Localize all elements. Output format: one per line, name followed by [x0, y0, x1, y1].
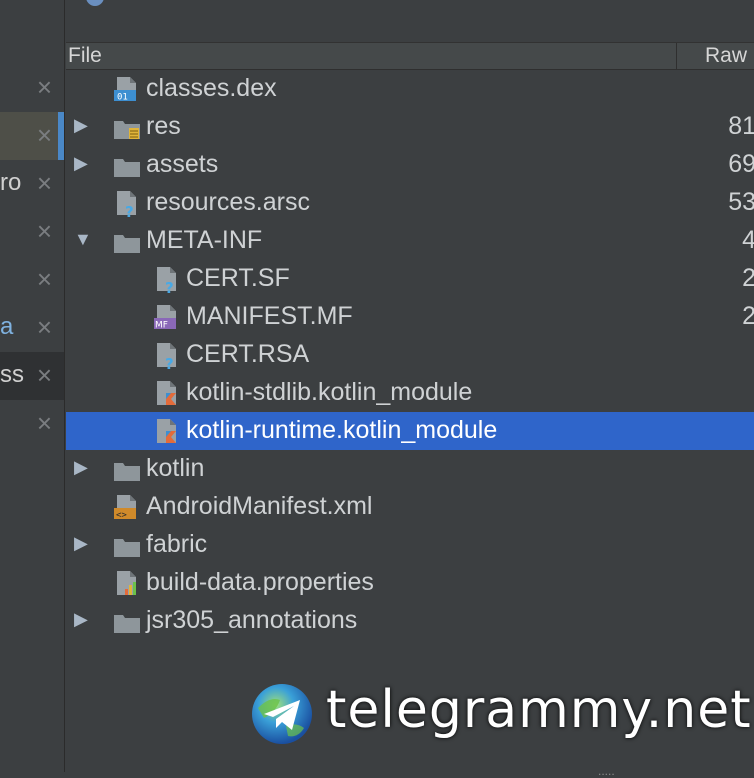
folder-icon [114, 463, 140, 481]
folder-icon [114, 235, 140, 253]
editor-tab[interactable]: × [0, 64, 64, 112]
close-icon[interactable]: × [37, 362, 52, 388]
kotlin-file-icon [157, 419, 176, 443]
kotlin-file-icon [157, 381, 176, 405]
editor-tab-label: ro [0, 169, 22, 196]
tree-row[interactable]: ▶ res 81 [66, 108, 754, 146]
tree-row[interactable]: ▶ kotlin [66, 450, 754, 488]
dex-file-icon: 01 [114, 77, 136, 103]
tree-row[interactable]: kotlin-stdlib.kotlin_module [66, 374, 754, 412]
svg-text:<>: <> [116, 511, 127, 521]
svg-text:?: ? [165, 279, 174, 293]
editor-tabs-strip: × × ro × × × a × ss × × [0, 0, 65, 772]
column-raw-header[interactable]: Raw [676, 43, 754, 69]
tree-row[interactable]: ▶ jsr305_annotations [66, 602, 754, 640]
telegram-globe-icon [252, 684, 312, 744]
tree-row-raw-size: 81 [728, 112, 754, 140]
folder-icon [114, 159, 140, 177]
tree-row-raw-size: 2 [742, 264, 754, 292]
svg-text:MF: MF [155, 321, 168, 331]
editor-tab[interactable]: × [0, 256, 64, 304]
tree-row[interactable]: ? CERT.SF 2 [66, 260, 754, 298]
tree-row[interactable]: ▼ META-INF 4 [66, 222, 754, 260]
svg-text:?: ? [165, 355, 174, 369]
chevron-right-icon[interactable]: ▶ [74, 153, 88, 174]
properties-file-icon [117, 571, 136, 595]
tree-row-label: assets [146, 150, 219, 178]
tree-row-label: MANIFEST.MF [186, 302, 353, 330]
svg-text:01: 01 [117, 93, 128, 103]
tree-row[interactable]: 01 classes.dex [66, 70, 754, 108]
unknown-file-icon: ? [157, 267, 176, 293]
apk-analyzer-panel: File Raw 01 classes.dex ▶ res 81 ▶ assets 69? re… [66, 0, 754, 772]
editor-tab[interactable]: ss × [0, 352, 64, 400]
tree-row[interactable]: ? resources.arsc 53 [66, 184, 754, 222]
tree-row-label: classes.dex [146, 74, 277, 102]
tree-row[interactable]: MF MANIFEST.MF 2 [66, 298, 754, 336]
chevron-right-icon[interactable]: ▶ [74, 457, 88, 478]
tree-row[interactable]: kotlin-runtime.kotlin_module [66, 412, 754, 450]
top-toolbar [66, 0, 754, 43]
editor-tab[interactable]: × [0, 112, 64, 160]
res-folder-icon [114, 121, 140, 139]
tree-row-label: kotlin-stdlib.kotlin_module [186, 378, 473, 406]
resize-handle[interactable]: ..... [598, 764, 615, 778]
unknown-file-icon: ? [117, 191, 136, 217]
editor-tab[interactable]: × [0, 400, 64, 448]
tree-row-label: kotlin-runtime.kotlin_module [186, 416, 498, 444]
chevron-right-icon[interactable]: ▶ [74, 115, 88, 136]
tree-row-label: kotlin [146, 454, 205, 482]
toolbar-icon[interactable] [86, 0, 104, 6]
tree-row-label: META-INF [146, 226, 263, 254]
tree-row[interactable]: <> AndroidManifest.xml [66, 488, 754, 526]
tree-row-raw-size: 2 [742, 302, 754, 330]
tree-row-raw-size: 53 [728, 188, 754, 216]
folder-icon [114, 615, 140, 633]
chevron-right-icon[interactable]: ▶ [74, 533, 88, 554]
close-icon[interactable]: × [37, 122, 52, 148]
svg-text:?: ? [125, 203, 134, 217]
editor-tab[interactable]: × [0, 208, 64, 256]
watermark: telegrammy.net [250, 680, 752, 746]
editor-tab[interactable]: ro × [0, 160, 64, 208]
unknown-file-icon: ? [157, 343, 176, 369]
watermark-text: telegrammy.net [326, 680, 752, 740]
chevron-right-icon[interactable]: ▶ [74, 609, 88, 630]
tree-row-label: CERT.RSA [186, 340, 310, 368]
tree-row[interactable]: ▶ fabric [66, 526, 754, 564]
tree-row-label: jsr305_annotations [146, 606, 358, 634]
close-icon[interactable]: × [37, 266, 52, 292]
editor-tab-label: a [0, 313, 14, 340]
tree-row-label: res [146, 112, 181, 140]
tree-row-label: build-data.properties [146, 568, 374, 596]
tree-row-label: AndroidManifest.xml [146, 492, 373, 520]
tree-row-label: fabric [146, 530, 208, 558]
tree-row[interactable]: build-data.properties [66, 564, 754, 602]
column-raw-label: Raw [705, 44, 748, 67]
tree-row-raw-size: 4 [742, 226, 754, 254]
tree-row[interactable]: ? CERT.RSA [66, 336, 754, 374]
tree-row-label: resources.arsc [146, 188, 310, 216]
tree-row-raw-size: 69 [728, 150, 754, 178]
editor-tab[interactable]: a × [0, 304, 64, 352]
editor-tab-label: ss [0, 361, 24, 388]
close-icon[interactable]: × [37, 218, 52, 244]
column-header: File Raw [66, 43, 754, 70]
close-icon[interactable]: × [37, 74, 52, 100]
chevron-down-icon[interactable]: ▼ [74, 229, 92, 250]
close-icon[interactable]: × [37, 170, 52, 196]
close-icon[interactable]: × [37, 410, 52, 436]
tree-row-label: CERT.SF [186, 264, 290, 292]
column-file-header[interactable]: File [68, 44, 102, 68]
manifest-file-icon: MF [154, 305, 176, 331]
xml-file-icon: <> [114, 495, 136, 521]
folder-icon [114, 539, 140, 557]
close-icon[interactable]: × [37, 314, 52, 340]
tree-row[interactable]: ▶ assets 69 [66, 146, 754, 184]
